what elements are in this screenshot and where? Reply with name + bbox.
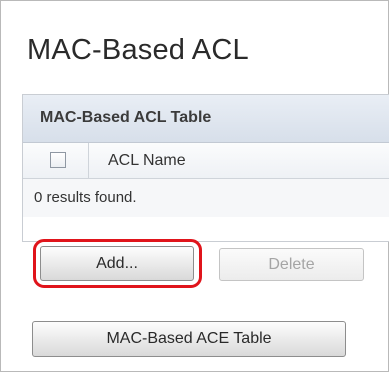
content-frame: MAC-Based ACL MAC-Based ACL Table ACL Na… bbox=[0, 0, 389, 372]
table-caption: MAC-Based ACL Table bbox=[23, 95, 389, 143]
ace-table-button[interactable]: MAC-Based ACE Table bbox=[32, 321, 346, 357]
results-row: 0 results found. bbox=[23, 179, 389, 217]
add-button[interactable]: Add... bbox=[40, 246, 194, 281]
results-count-text: 0 results found. bbox=[34, 189, 137, 206]
table-header-row: ACL Name bbox=[23, 143, 389, 179]
acl-table: MAC-Based ACL Table ACL Name 0 results f… bbox=[22, 94, 389, 242]
table-caption-text: MAC-Based ACL Table bbox=[40, 109, 212, 126]
delete-button[interactable]: Delete bbox=[219, 248, 364, 281]
column-header-acl-name[interactable]: ACL Name bbox=[108, 152, 186, 170]
select-column bbox=[23, 143, 89, 178]
select-all-checkbox[interactable] bbox=[50, 152, 66, 168]
page-title: MAC-Based ACL bbox=[27, 34, 249, 66]
